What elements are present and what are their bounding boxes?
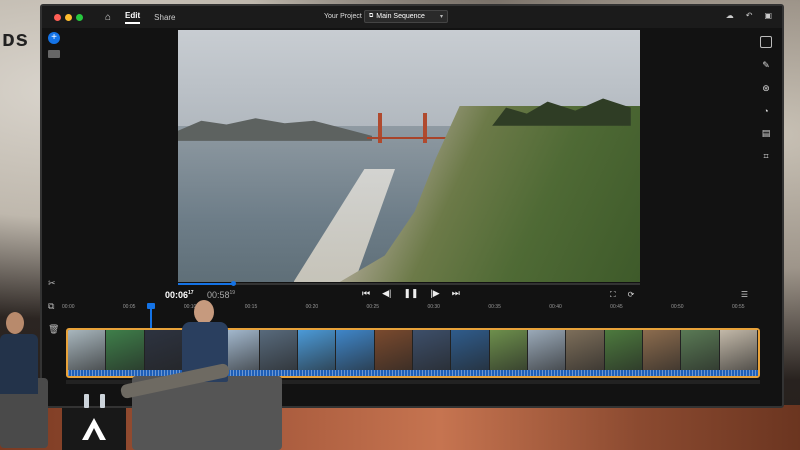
- ruler-tick-label: 00:30: [427, 304, 440, 310]
- ruler-tick-label: 00:40: [549, 304, 562, 310]
- add-media-button[interactable]: +: [48, 32, 60, 44]
- scrub-handle[interactable]: [231, 281, 237, 286]
- timeline-clip[interactable]: [451, 330, 490, 372]
- step-forward-icon[interactable]: |▶: [430, 288, 439, 299]
- timeline-menu-icon[interactable]: ☰: [741, 290, 748, 299]
- close-window-button[interactable]: [54, 13, 61, 21]
- left-toolbar: +: [48, 32, 64, 58]
- home-icon[interactable]: ⌂: [105, 12, 111, 23]
- timeline-clip[interactable]: [297, 330, 337, 372]
- project-title[interactable]: Your Project: [324, 13, 362, 20]
- sequence-icon: ⧉: [369, 13, 374, 19]
- chevron-down-icon: ▾: [439, 14, 443, 20]
- timeline-clip[interactable]: [642, 330, 682, 372]
- comment-icon[interactable]: ▣: [764, 11, 772, 20]
- duplicate-icon[interactable]: ⧉: [48, 301, 59, 312]
- go-to-start-icon[interactable]: ⏮: [362, 288, 370, 299]
- timeline-clip[interactable]: [106, 330, 145, 372]
- ruler-tick-label: 00:45: [610, 304, 623, 310]
- tab-share[interactable]: Share: [154, 13, 175, 22]
- side-table: [62, 408, 126, 450]
- ruler-tick-label: 00:35: [488, 304, 501, 310]
- cloud-icon[interactable]: ☁: [726, 11, 734, 20]
- title-bar: ⌂ Edit Share Your Project ⧉ Main Sequenc…: [42, 6, 782, 28]
- water-bottle: [84, 394, 89, 408]
- left-tool-group: ✂ ⧉ 🗑: [48, 278, 59, 335]
- ruler-tick-label: 00:25: [366, 304, 380, 310]
- ruler-tick-label: 00:05: [122, 304, 136, 310]
- timeline-clip[interactable]: [566, 330, 605, 372]
- media-panel-icon[interactable]: [48, 50, 60, 58]
- water-bottle: [100, 394, 105, 408]
- sequence-select[interactable]: ⧉ Main Sequence ▾: [364, 10, 448, 23]
- minimize-window-button[interactable]: [65, 13, 72, 21]
- effects-icon[interactable]: ✎: [762, 60, 770, 71]
- properties-icon[interactable]: [760, 36, 772, 48]
- go-to-end-icon[interactable]: ⏭: [452, 288, 460, 299]
- ruler-tick-label: 00:20: [305, 304, 319, 310]
- timeline-clip[interactable]: [719, 330, 758, 372]
- loop-icon[interactable]: ⟳: [628, 290, 635, 300]
- timeline-clip[interactable]: [681, 330, 720, 372]
- right-toolbar: ✎ ⊛ ◔ ▤ ⌗: [760, 36, 772, 162]
- transport-controls: ⏮ ◀| ❚❚ |▶ ⏭: [362, 288, 460, 299]
- editor-window: ⌂ Edit Share Your Project ⧉ Main Sequenc…: [40, 4, 784, 408]
- maximize-window-button[interactable]: [76, 13, 83, 21]
- program-monitor[interactable]: [178, 30, 640, 282]
- scissors-icon[interactable]: ✂: [48, 278, 59, 289]
- timeline-clip[interactable]: [336, 330, 375, 372]
- scrub-progress: [178, 283, 234, 285]
- timeline-clip[interactable]: [489, 330, 528, 372]
- timeline-clip[interactable]: [412, 330, 452, 372]
- timeline-clip[interactable]: [68, 330, 107, 372]
- trash-icon[interactable]: 🗑: [48, 324, 59, 335]
- ruler-tick-label: 00:50: [671, 304, 684, 310]
- crop-icon[interactable]: ⌗: [763, 151, 768, 162]
- ruler-tick-label: 00:00: [62, 304, 75, 310]
- window-controls: [54, 13, 83, 21]
- color-icon[interactable]: ⊛: [762, 83, 770, 94]
- captions-icon[interactable]: ▤: [762, 128, 771, 139]
- total-duration: 00:5819: [207, 290, 236, 300]
- tab-edit[interactable]: Edit: [125, 11, 141, 24]
- timeline-clip[interactable]: [259, 330, 298, 372]
- backdrop-lettering: ᴅs: [2, 26, 29, 51]
- speed-icon[interactable]: ◔: [763, 106, 768, 116]
- adobe-logo: [82, 418, 106, 440]
- undo-icon[interactable]: ↶: [746, 11, 753, 20]
- scrub-bar[interactable]: [178, 281, 640, 286]
- presenter-center: [119, 300, 260, 420]
- pause-icon[interactable]: ❚❚: [403, 288, 418, 299]
- timeline-clip[interactable]: [374, 330, 413, 372]
- timeline-clip[interactable]: [527, 330, 567, 372]
- presenter-left: [0, 312, 40, 412]
- fullscreen-icon[interactable]: ⛶: [610, 290, 616, 300]
- timeline-clip[interactable]: [604, 330, 643, 372]
- current-timecode: 00:0617: [165, 290, 194, 300]
- timeline-ruler[interactable]: 00:00 00:05 00:10 00:15 00:20 00:25 00:30 00:35…: [62, 304, 752, 314]
- sequence-select-value: Main Sequence: [376, 13, 425, 20]
- step-back-icon[interactable]: ◀|: [382, 288, 391, 299]
- ruler-tick-label: 00:55: [732, 304, 745, 310]
